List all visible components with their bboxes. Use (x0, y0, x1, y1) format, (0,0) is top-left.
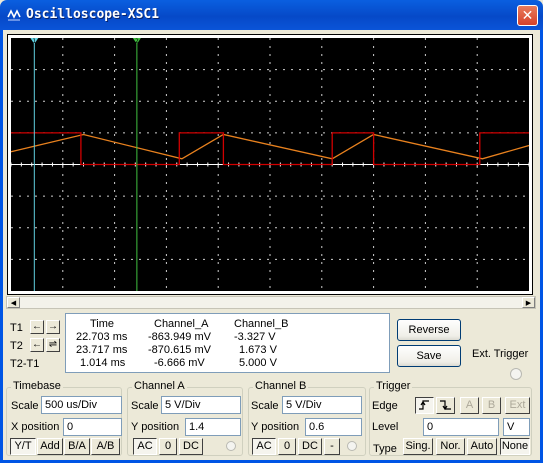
channel-b-invert-button[interactable]: - (324, 438, 340, 455)
save-button[interactable]: Save (397, 345, 461, 367)
t2-channel-b-value: 1.673 V (239, 344, 277, 356)
t1-channel-b-value: -3.327 V (234, 331, 276, 343)
channel-a-scale-label: Scale (131, 400, 159, 412)
t1-right-button[interactable]: → (46, 320, 60, 334)
trigger-source-ext-button[interactable]: Ext (505, 397, 530, 414)
trigger-type-label: Type (373, 443, 397, 455)
cursor-2-label: 2 (135, 38, 139, 45)
header-channel-a: Channel_A (154, 318, 209, 330)
scope-screen: 12 (8, 35, 532, 294)
cursor-1-label: 1 (32, 38, 36, 45)
header-time: Time (90, 318, 115, 330)
channel-a-scale-field[interactable]: 5 V/Div (161, 396, 241, 414)
t2-time-value: 23.717 ms (76, 344, 128, 356)
channel-a-dc-button[interactable]: DC (179, 438, 203, 455)
channel-b-scale-label: Scale (251, 400, 279, 412)
arrow-left-icon: ← (32, 339, 42, 350)
mode-ab-button[interactable]: A/B (91, 438, 120, 455)
scroll-right-button[interactable]: ▶ (522, 297, 535, 308)
trigger-none-button[interactable]: None (500, 438, 530, 455)
falling-edge-icon (440, 400, 451, 411)
channel-a-ac-button[interactable]: AC (133, 438, 157, 455)
ext-trigger-label: Ext. Trigger (472, 348, 529, 360)
rising-edge-icon (419, 400, 429, 410)
trigger-legend: Trigger (374, 380, 413, 392)
readout-table: Time Channel_A Channel_B 22.703 ms -863.… (65, 313, 390, 373)
t2-label: T2 (10, 340, 23, 352)
channel-b-ypos-field[interactable]: 0.6 (305, 418, 362, 436)
channel-a-ypos-field[interactable]: 1.4 (185, 418, 241, 436)
mode-ba-button[interactable]: B/A (64, 438, 90, 455)
swap-icon: ⇌ (48, 339, 58, 350)
trigger-edge-label: Edge (372, 400, 398, 412)
timebase-scale-label: Scale (11, 400, 39, 412)
channel-b-terminal[interactable] (347, 441, 357, 451)
trigger-level-unit[interactable]: V (503, 418, 530, 436)
mode-add-button[interactable]: Add (37, 438, 63, 455)
t1-label: T1 (10, 322, 23, 334)
trigger-single-button[interactable]: Sing. (403, 438, 433, 455)
channel-b-zero-button[interactable]: 0 (278, 438, 296, 455)
t1-time-value: 22.703 ms (76, 331, 128, 343)
mode-yt-button[interactable]: Y/T (10, 438, 36, 455)
timebase-scale-field[interactable]: 500 us/Div (41, 396, 122, 414)
trigger-source-a-button[interactable]: A (460, 397, 479, 414)
oscilloscope-app-icon (7, 9, 21, 21)
horizontal-scrollbar[interactable]: ◀ ▶ (6, 296, 536, 309)
t2-swap-button[interactable]: ⇌ (46, 338, 60, 352)
x-position-field[interactable]: 0 (63, 418, 122, 436)
scroll-left-button[interactable]: ◀ (7, 297, 20, 308)
channel-a-terminal[interactable] (226, 441, 236, 451)
rising-edge-button[interactable] (415, 397, 434, 414)
t1-left-button[interactable]: ← (30, 320, 44, 334)
t2-t1-label: T2-T1 (10, 358, 40, 370)
window-title: Oscilloscope-XSC1 (26, 7, 160, 22)
ext-trigger-terminal[interactable] (510, 368, 522, 380)
t2-channel-a-value: -870.615 mV (148, 344, 211, 356)
window-frame-left (0, 30, 3, 463)
close-button[interactable]: ✕ (517, 5, 538, 26)
channel-a-legend: Channel A (132, 380, 187, 392)
reverse-button[interactable]: Reverse (397, 319, 461, 341)
diff-channel-a-value: -6.666 mV (154, 357, 205, 369)
x-position-label: X position (11, 421, 60, 433)
trigger-normal-button[interactable]: Nor. (436, 438, 465, 455)
channel-b-scale-field[interactable]: 5 V/Div (282, 396, 362, 414)
channel-b-legend: Channel B (253, 380, 309, 392)
diff-time-value: 1.014 ms (80, 357, 126, 369)
falling-edge-button[interactable] (436, 397, 455, 414)
trigger-level-label: Level (372, 421, 399, 433)
t1-channel-a-value: -863.949 mV (148, 331, 211, 343)
timebase-legend: Timebase (11, 380, 63, 392)
trigger-source-b-button[interactable]: B (482, 397, 501, 414)
channel-b-dc-button[interactable]: DC (298, 438, 322, 455)
close-icon: ✕ (521, 7, 534, 23)
trigger-auto-button[interactable]: Auto (467, 438, 497, 455)
arrow-right-icon: → (48, 321, 58, 332)
header-channel-b: Channel_B (234, 318, 289, 330)
channel-a-zero-button[interactable]: 0 (159, 438, 177, 455)
arrow-left-icon: ← (32, 321, 42, 332)
scope-display: 12 (7, 34, 533, 295)
trigger-level-field[interactable]: 0 (423, 418, 499, 436)
title-bar[interactable]: Oscilloscope-XSC1 ✕ (0, 0, 543, 30)
channel-b-ac-button[interactable]: AC (252, 438, 276, 455)
diff-channel-b-value: 5.000 V (239, 357, 277, 369)
channel-b-ypos-label: Y position (251, 421, 300, 433)
t2-left-button[interactable]: ← (30, 338, 44, 352)
channel-a-ypos-label: Y position (131, 421, 180, 433)
